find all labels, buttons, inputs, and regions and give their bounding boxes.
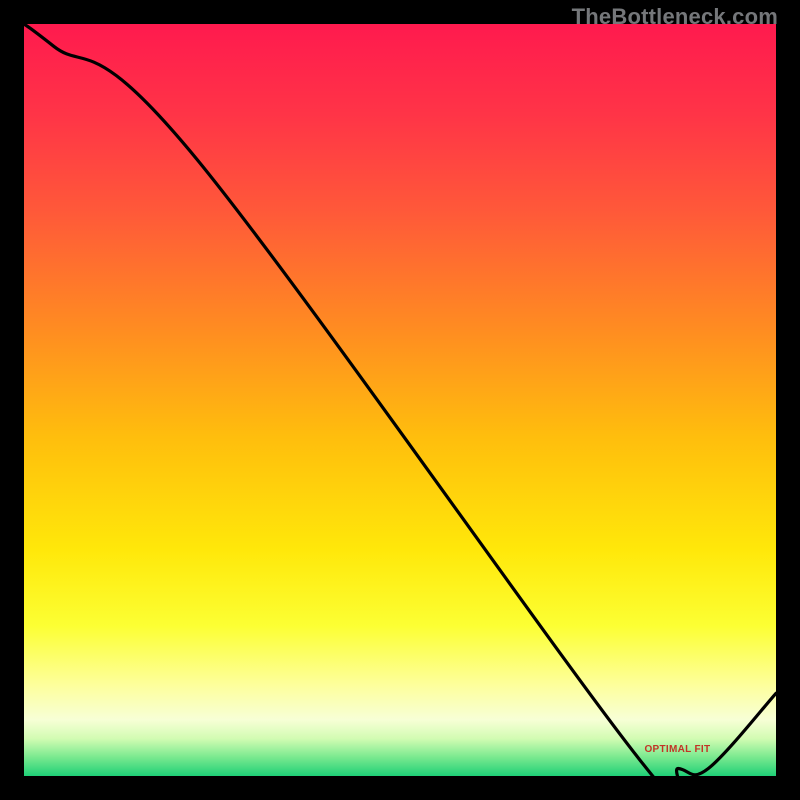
heat-gradient [24,24,776,776]
optimal-fit-label: OPTIMAL FIT [644,744,710,755]
plot-area: OPTIMAL FIT [24,24,776,776]
chart-frame: TheBottleneck.com OPTIMAL FIT [0,0,800,800]
